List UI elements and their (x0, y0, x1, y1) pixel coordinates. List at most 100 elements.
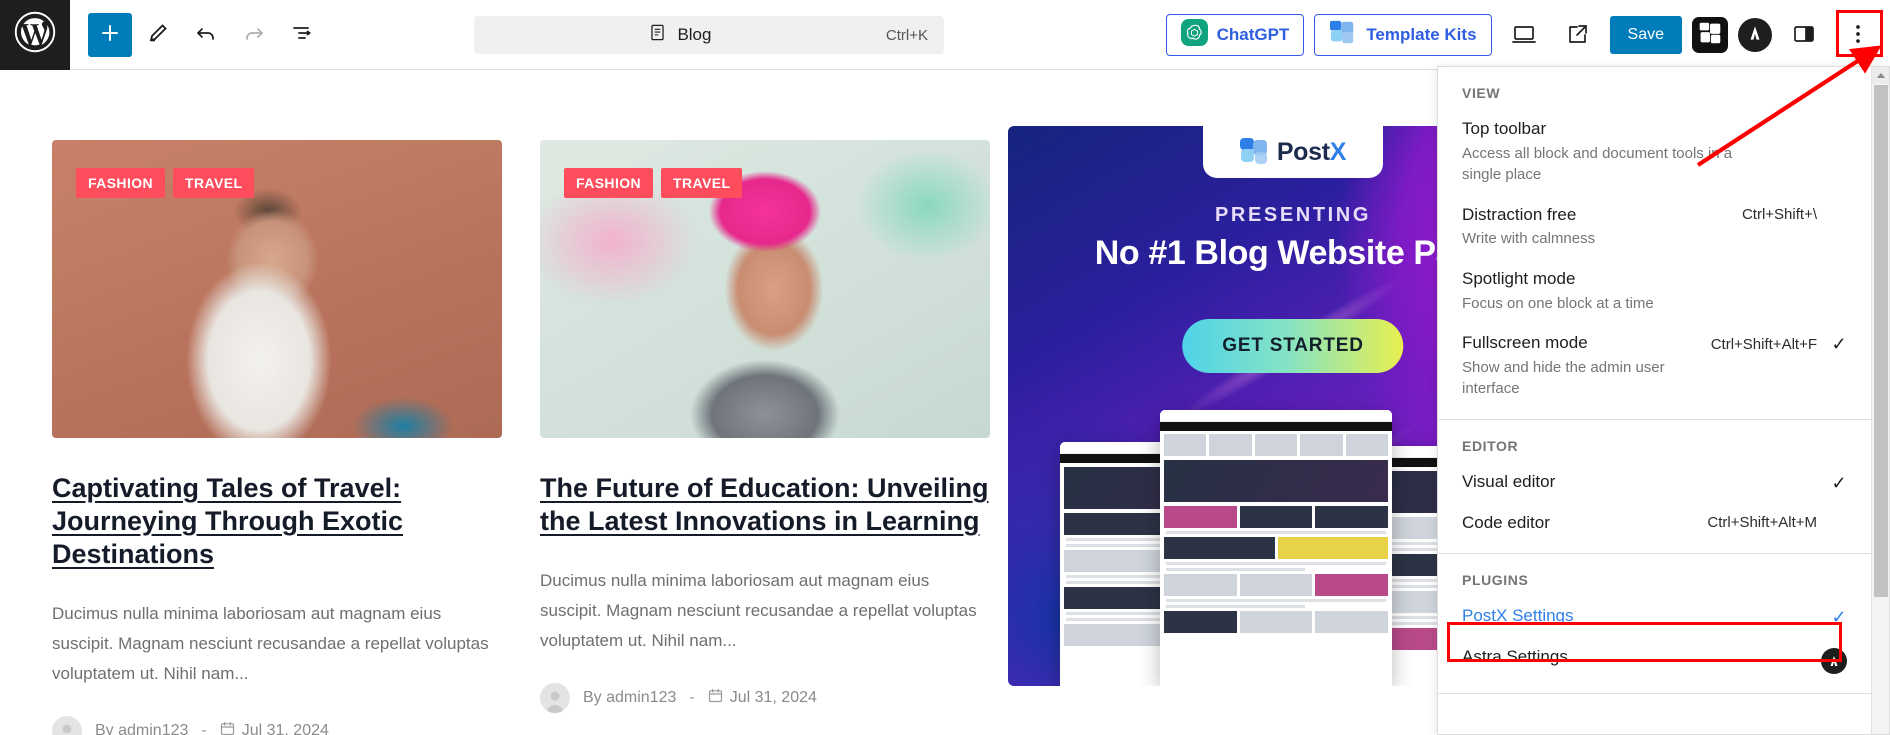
menu-item-title: Spotlight mode (1462, 268, 1576, 288)
wordpress-logo-button[interactable] (0, 0, 70, 70)
post-meta: By admin123 - Jul 31, 2024 (52, 715, 502, 735)
category-badge[interactable]: TRAVEL (661, 168, 743, 198)
menu-item-title: Fullscreen mode (1462, 333, 1588, 352)
chatgpt-icon (1180, 19, 1208, 51)
menu-item-title: Astra Settings (1462, 647, 1568, 667)
menu-item-right: Ctrl+Shift+Alt+M (1707, 512, 1847, 531)
post-meta: By admin123 - Jul 31, 2024 (540, 682, 990, 713)
menu-item-shortcut: Ctrl+Shift+\ (1741, 205, 1817, 223)
menu-item-distraction-free[interactable]: Distraction free Write with calmness Ctr… (1438, 195, 1871, 259)
template-kits-button[interactable]: Template Kits (1314, 14, 1492, 56)
save-button[interactable]: Save (1609, 16, 1682, 54)
menu-item-description: Focus on one block at a time (1462, 294, 1654, 312)
editor-toolbar: Blog Ctrl+K ChatGPT Template Kits Save (0, 0, 1890, 70)
redo-arrow-icon (242, 21, 266, 48)
post-title-link[interactable]: Captivating Tales of Travel: Journeying … (52, 472, 502, 571)
category-badge[interactable]: FASHION (564, 168, 654, 198)
menu-item-text: Astra Settings (1462, 646, 1821, 669)
menu-item-title: Visual editor (1462, 471, 1556, 491)
post-category-badges: FASHION TRAVEL (76, 168, 255, 198)
list-view-button[interactable] (280, 13, 324, 57)
menu-item-spotlight-mode[interactable]: Spotlight mode Focus on one block at a t… (1438, 259, 1871, 323)
menu-section-label-editor: EDITOR (1462, 437, 1519, 454)
category-badge[interactable]: FASHION (76, 168, 166, 198)
avatar (540, 682, 570, 713)
menu-item-text: Spotlight mode Focus on one block at a t… (1462, 268, 1817, 314)
external-link-icon (1565, 21, 1591, 50)
menu-item-text: Visual editor (1462, 471, 1817, 494)
menu-item-fullscreen-mode[interactable]: Fullscreen mode Show and hide the admin … (1438, 323, 1871, 409)
menu-item-postx-settings[interactable]: PostX Settings ✓ (1438, 596, 1871, 637)
post-date: Jul 31, 2024 (220, 721, 329, 735)
document-outline-icon (290, 21, 314, 48)
editor-screen: Blog Ctrl+K ChatGPT Template Kits Save P… (0, 0, 1890, 735)
menu-item-visual-editor[interactable]: Visual editor ✓ (1438, 462, 1871, 503)
command-bar-shortcut: Ctrl+K (885, 26, 928, 44)
menu-item-shortcut: Ctrl+Shift+Alt+M (1707, 513, 1817, 531)
menu-item-title: Code editor (1462, 512, 1550, 532)
plus-icon (98, 21, 122, 48)
menu-section-label-plugins: PLUGINS (1462, 572, 1529, 589)
toolbar-tools-group (70, 12, 324, 57)
chatgpt-button[interactable]: ChatGPT (1165, 14, 1305, 56)
chatgpt-button-label: ChatGPT (1216, 25, 1290, 44)
menu-item-title: Distraction free (1462, 204, 1577, 224)
menu-item-right (1817, 268, 1847, 270)
menu-item-right: ✓ (1817, 471, 1847, 494)
edit-tool-button[interactable] (136, 13, 180, 57)
meta-separator: - (201, 721, 207, 735)
post-date-text: Jul 31, 2024 (241, 721, 329, 735)
menu-item-title: PostX Settings (1462, 606, 1574, 626)
calendar-icon (220, 721, 235, 735)
menu-item-right: ✓ (1831, 605, 1847, 628)
menu-item-check: ✓ (1831, 607, 1847, 628)
menu-item-description: Write with calmness (1462, 230, 1596, 248)
menu-item-code-editor[interactable]: Code editor Ctrl+Shift+Alt+M (1438, 503, 1871, 544)
menu-item-text: Code editor (1462, 512, 1707, 535)
banner-logo-text: PostX (1276, 137, 1347, 166)
command-bar-center: Blog (474, 23, 886, 47)
undo-arrow-icon (194, 21, 218, 48)
menu-item-check: ✓ (1831, 472, 1847, 493)
wordpress-logo-icon (14, 11, 56, 58)
post-card: FASHION TRAVEL Captivating Tales of Trav… (52, 140, 502, 735)
meta-separator: - (689, 688, 695, 706)
category-badge[interactable]: TRAVEL (173, 168, 255, 198)
undo-button[interactable] (184, 13, 228, 57)
post-featured-image[interactable]: FASHION TRAVEL (52, 140, 502, 438)
document-icon (648, 23, 667, 47)
post-date-text: Jul 31, 2024 (729, 688, 817, 706)
menu-item-text: Distraction free Write with calmness (1462, 204, 1742, 250)
banner-postx-logo: PostX (1203, 126, 1383, 178)
post-title-link[interactable]: The Future of Education: Unveiling the L… (540, 472, 990, 538)
banner-get-started-button[interactable]: GET STARTED (1182, 319, 1404, 373)
post-excerpt: Ducimus nulla minima laboriosam aut magn… (540, 570, 977, 651)
menu-item-text: PostX Settings (1462, 605, 1831, 628)
template-kits-icon (1329, 20, 1357, 51)
pencil-icon (146, 21, 170, 48)
menu-item-astra-settings[interactable]: Astra Settings (1438, 637, 1871, 683)
annotation-arrow (1696, 45, 1882, 167)
post-card: FASHION TRAVEL The Future of Education: … (540, 140, 990, 735)
view-site-button[interactable] (1556, 13, 1600, 57)
menu-item-right: Ctrl+Shift+Alt+F ✓ (1711, 332, 1847, 355)
astra-icon (1821, 648, 1847, 675)
desktop-icon (1511, 21, 1537, 50)
menu-item-right: Ctrl+Shift+\ (1742, 204, 1847, 223)
template-kits-button-label: Template Kits (1366, 25, 1477, 44)
post-author[interactable]: By admin123 (583, 689, 676, 707)
add-block-button[interactable] (88, 12, 132, 57)
menu-divider (1438, 693, 1871, 695)
menu-item-check: ✓ (1831, 334, 1847, 354)
post-excerpt: Ducimus nulla minima laboriosam aut magn… (52, 603, 489, 684)
command-bar[interactable]: Blog Ctrl+K (474, 16, 944, 54)
post-grid: FASHION TRAVEL Captivating Tales of Trav… (0, 70, 990, 735)
post-featured-image[interactable]: FASHION TRAVEL (540, 140, 990, 438)
preview-button[interactable] (1502, 13, 1546, 57)
post-category-badges: FASHION TRAVEL (564, 168, 743, 198)
command-bar-title: Blog (677, 25, 712, 44)
redo-button[interactable] (232, 13, 276, 57)
menu-item-description: Show and hide the admin user interface (1462, 358, 1665, 398)
post-author[interactable]: By admin123 (95, 722, 188, 735)
menu-item-text: Fullscreen mode Show and hide the admin … (1462, 332, 1711, 400)
